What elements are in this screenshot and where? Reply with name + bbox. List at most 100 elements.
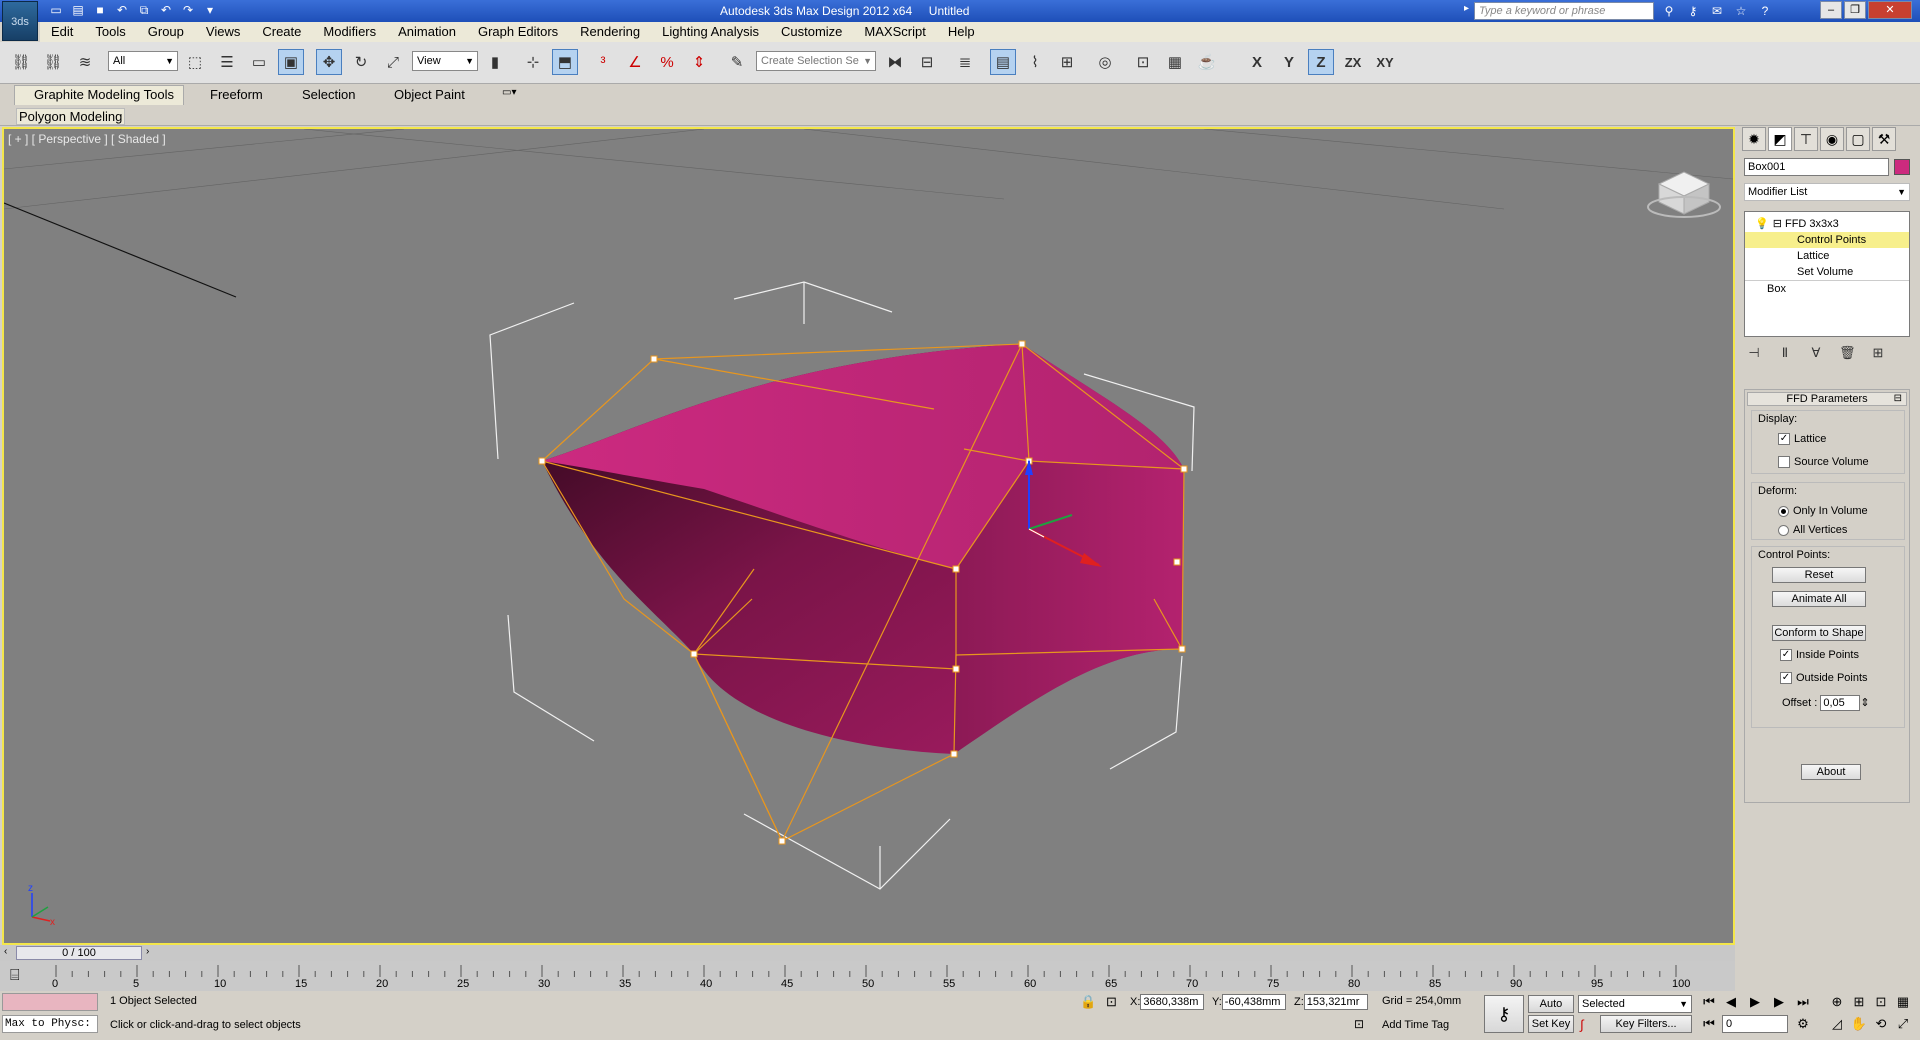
next-frame-icon[interactable]: ▶ bbox=[1770, 994, 1788, 1010]
menu-rendering[interactable]: Rendering bbox=[569, 22, 651, 42]
pan-view-icon[interactable]: ✋ bbox=[1850, 1016, 1868, 1032]
undo-dropdown-icon[interactable]: ↶ bbox=[158, 2, 174, 18]
zoom-icon[interactable]: ⊕ bbox=[1828, 994, 1846, 1010]
make-unique-icon[interactable]: ∀ bbox=[1808, 345, 1824, 361]
mini-curve-editor-icon[interactable]: ⌸ bbox=[10, 967, 20, 985]
plane-xy-button[interactable]: XY bbox=[1372, 49, 1398, 75]
modify-tab-icon[interactable]: ◩ bbox=[1768, 127, 1792, 151]
perspective-viewport[interactable]: [ + ] [ Perspective ] [ Shaded ] z x bbox=[2, 127, 1735, 945]
spinner-snap-icon[interactable]: ⇕ bbox=[686, 49, 712, 75]
stack-item-box[interactable]: Box bbox=[1745, 280, 1909, 296]
help-icon[interactable]: ? bbox=[1756, 2, 1774, 20]
select-and-scale-icon[interactable]: ⤢ bbox=[380, 49, 406, 75]
rendered-frame-window-icon[interactable]: ▦ bbox=[1162, 49, 1188, 75]
redo-icon[interactable]: ↷ bbox=[180, 2, 196, 18]
favorites-icon[interactable]: ☆ bbox=[1732, 2, 1750, 20]
hold-icon[interactable]: ⧉ bbox=[136, 2, 152, 18]
binoculars-icon[interactable]: ⚲ bbox=[1660, 2, 1678, 20]
time-tag-icon[interactable]: ⊡ bbox=[1354, 1017, 1364, 1031]
menu-maxscript[interactable]: MAXScript bbox=[853, 22, 936, 42]
key-filters-button[interactable]: Key Filters... bbox=[1600, 1015, 1692, 1033]
render-production-icon[interactable]: ☕ bbox=[1194, 49, 1220, 75]
set-key-button[interactable]: Set Key bbox=[1528, 1015, 1574, 1033]
time-slider[interactable]: ‹ 0 / 100 › bbox=[0, 945, 1735, 961]
about-button[interactable]: About bbox=[1801, 764, 1861, 780]
motion-tab-icon[interactable]: ◉ bbox=[1820, 127, 1844, 151]
manipulate-icon[interactable]: ⊹ bbox=[520, 49, 546, 75]
tab-object-paint[interactable]: Object Paint bbox=[394, 87, 465, 102]
collapse-rollout-icon[interactable]: ⊟ bbox=[1894, 393, 1902, 405]
qat-dropdown-icon[interactable]: ▾ bbox=[202, 2, 218, 18]
menu-customize[interactable]: Customize bbox=[770, 22, 853, 42]
offset-input[interactable] bbox=[1820, 695, 1861, 711]
reference-coordinate-dropdown[interactable]: View ▼ bbox=[412, 51, 478, 71]
outside-points-checkbox[interactable]: ✓ Outside Points bbox=[1780, 672, 1868, 684]
search-input[interactable]: Type a keyword or phrase bbox=[1474, 2, 1654, 20]
utilities-tab-icon[interactable]: ⚒ bbox=[1872, 127, 1896, 151]
named-selection-set-dropdown[interactable]: Create Selection Se ▼ bbox=[756, 51, 876, 71]
plane-zx-button[interactable]: ZX bbox=[1340, 49, 1366, 75]
field-of-view-icon[interactable]: ◿ bbox=[1828, 1016, 1846, 1032]
unlink-icon[interactable]: ⛓ bbox=[40, 49, 66, 75]
key-mode-toggle-icon[interactable]: ⏮ bbox=[1700, 1016, 1718, 1032]
lightbulb-icon[interactable]: 💡 bbox=[1745, 218, 1769, 230]
minimize-button[interactable]: – bbox=[1820, 1, 1842, 19]
time-slider-prev-icon[interactable]: ‹ bbox=[4, 946, 7, 957]
x-coordinate-input[interactable] bbox=[1140, 994, 1205, 1010]
menu-edit[interactable]: Edit bbox=[40, 22, 84, 42]
conform-to-shape-button[interactable]: Conform to Shape bbox=[1772, 625, 1866, 641]
percent-snap-icon[interactable]: % bbox=[654, 49, 680, 75]
pin-stack-icon[interactable]: ⊣ bbox=[1746, 345, 1762, 361]
time-slider-thumb[interactable]: 0 / 100 bbox=[16, 946, 142, 960]
curve-editor-icon[interactable]: ⌇ bbox=[1022, 49, 1048, 75]
add-time-tag[interactable]: Add Time Tag bbox=[1382, 1019, 1449, 1031]
collapse-arrow-icon[interactable]: ▸ bbox=[1464, 3, 1469, 14]
play-icon[interactable]: ▶ bbox=[1746, 994, 1764, 1010]
display-tab-icon[interactable]: ▢ bbox=[1846, 127, 1870, 151]
layer-manager-icon[interactable]: ≣ bbox=[952, 49, 978, 75]
all-vertices-radio[interactable]: All Vertices bbox=[1778, 524, 1847, 536]
configure-sets-icon[interactable]: ⊞ bbox=[1870, 345, 1886, 361]
close-button[interactable]: ✕ bbox=[1868, 1, 1912, 19]
y-coordinate-input[interactable] bbox=[1221, 994, 1286, 1010]
edit-named-selection-icon[interactable]: ✎ bbox=[724, 49, 750, 75]
render-setup-icon[interactable]: ⊡ bbox=[1130, 49, 1156, 75]
source-volume-checkbox[interactable]: Source Volume bbox=[1778, 456, 1869, 468]
align-icon[interactable]: ⊟ bbox=[914, 49, 940, 75]
key-mode-icon[interactable]: ⚷ bbox=[1484, 995, 1524, 1033]
pivot-center-icon[interactable]: ▮ bbox=[482, 49, 508, 75]
default-tangent-icon[interactable]: ∫ bbox=[1580, 1017, 1584, 1032]
selection-filter-dropdown[interactable]: All ▼ bbox=[108, 51, 178, 71]
go-to-end-icon[interactable]: ⏭ bbox=[1794, 994, 1812, 1010]
graphite-toggle-icon[interactable]: ▤ bbox=[990, 49, 1016, 75]
schematic-view-icon[interactable]: ⊞ bbox=[1054, 49, 1080, 75]
spinner-arrows-icon[interactable]: ⇕ bbox=[1860, 697, 1869, 709]
select-by-name-icon[interactable]: ☰ bbox=[214, 49, 240, 75]
bind-to-space-warp-icon[interactable]: ≋ bbox=[72, 49, 98, 75]
menu-help[interactable]: Help bbox=[937, 22, 986, 42]
axis-z-button[interactable]: Z bbox=[1308, 49, 1334, 75]
inside-points-checkbox[interactable]: ✓ Inside Points bbox=[1780, 649, 1859, 661]
menu-lighting-analysis[interactable]: Lighting Analysis bbox=[651, 22, 770, 42]
object-color-swatch[interactable] bbox=[1894, 159, 1910, 175]
create-tab-icon[interactable]: ✹ bbox=[1742, 127, 1766, 151]
zoom-extents-all-icon[interactable]: ▦ bbox=[1894, 994, 1912, 1010]
stack-subobject-set-volume[interactable]: Set Volume bbox=[1745, 264, 1909, 280]
auto-key-button[interactable]: Auto Key bbox=[1528, 995, 1574, 1026]
communication-icon[interactable]: ✉ bbox=[1708, 2, 1726, 20]
select-and-move-icon[interactable]: ✥ bbox=[316, 49, 342, 75]
key-selection-dropdown[interactable]: Selected ▼ bbox=[1578, 995, 1692, 1013]
tab-freeform[interactable]: Freeform bbox=[210, 87, 263, 102]
select-object-icon[interactable]: ⬚ bbox=[182, 49, 208, 75]
orbit-icon[interactable]: ⟲ bbox=[1872, 1016, 1890, 1032]
rect-selection-region-icon[interactable]: ▭ bbox=[246, 49, 272, 75]
snaps-toggle-icon[interactable]: ³ bbox=[590, 49, 616, 75]
menu-modifiers[interactable]: Modifiers bbox=[312, 22, 387, 42]
axis-y-button[interactable]: Y bbox=[1276, 49, 1302, 75]
modifier-list-dropdown[interactable]: Modifier List ▼ bbox=[1744, 183, 1910, 201]
ffd-parameters-title[interactable]: FFD Parameters ⊟ bbox=[1747, 392, 1907, 406]
track-bar[interactable]: ⌸ 0 5 10 15 20 25 30 35 40 45 50 55 60 65 70 75 80 85 90 95… bbox=[0, 961, 1735, 991]
tab-selection[interactable]: Selection bbox=[302, 87, 355, 102]
angle-snap-icon[interactable]: ∠ bbox=[622, 49, 648, 75]
z-coordinate-input[interactable] bbox=[1303, 994, 1368, 1010]
